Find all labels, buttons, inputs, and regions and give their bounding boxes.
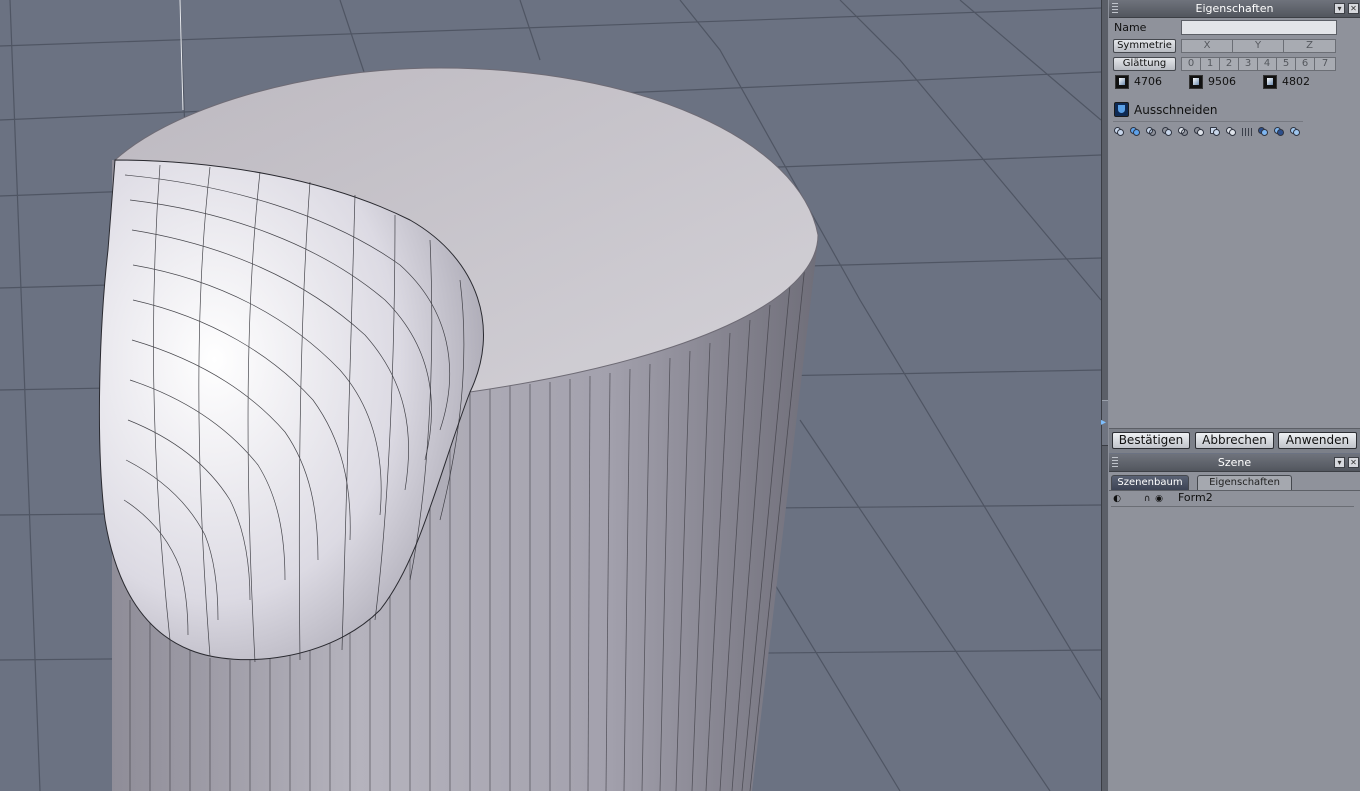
vertices-cube-icon	[1115, 75, 1129, 89]
name-input[interactable]	[1181, 20, 1337, 35]
divider	[1113, 121, 1303, 122]
eye-icon[interactable]: ◉	[1154, 494, 1164, 504]
boolean-ab-icon[interactable]	[1290, 126, 1301, 137]
tree-item-label: Form2	[1178, 491, 1213, 504]
boolean-b-icon[interactable]	[1274, 126, 1285, 137]
boolean-cut-icon[interactable]	[1194, 126, 1205, 137]
boolean-subtract-icon[interactable]	[1146, 126, 1157, 137]
smoothing-level-6[interactable]: 6	[1295, 57, 1315, 71]
axis-y-toggle[interactable]: Y	[1232, 39, 1284, 53]
grip-icon[interactable]	[1112, 457, 1118, 468]
boolean-merge-icon[interactable]	[1210, 126, 1221, 137]
properties-panel: Eigenschaften ▾ ✕ Name Symmetrie X Y Z G…	[1109, 0, 1360, 453]
smoothing-level-3[interactable]: 3	[1238, 57, 1258, 71]
symmetry-row: Symmetrie X Y Z	[1113, 38, 1356, 54]
scene-panel: Szene ▾ ✕ Szenenbaum Eigenschaften ◐ ∩ ◉…	[1109, 454, 1360, 791]
boolean-tools-row	[1113, 126, 1356, 142]
cancel-button[interactable]: Abbrechen	[1195, 432, 1274, 449]
smoothing-level-1[interactable]: 1	[1200, 57, 1220, 71]
name-label: Name	[1114, 21, 1147, 34]
axis-x-toggle[interactable]: X	[1181, 39, 1233, 53]
operation-row: Ausschneiden	[1113, 101, 1356, 119]
tree-item[interactable]: ◐ ∩ ◉ Form2	[1111, 491, 1354, 507]
faces-cube-icon	[1189, 75, 1203, 89]
viewport-scene	[0, 0, 1101, 791]
scene-titlebar[interactable]: Szene ▾ ✕	[1109, 454, 1360, 472]
stat-vertices: 4706	[1134, 75, 1162, 88]
stat-faces: 9506	[1208, 75, 1236, 88]
operation-label: Ausschneiden	[1134, 103, 1218, 117]
edges-cube-icon	[1263, 75, 1277, 89]
boolean-intersect-icon[interactable]	[1162, 126, 1173, 137]
3d-viewport[interactable]	[0, 0, 1101, 791]
smoothing-level-7[interactable]: 7	[1314, 57, 1336, 71]
boolean-union-icon[interactable]	[1114, 126, 1125, 137]
panel-menu-icon[interactable]: ▾	[1334, 3, 1345, 14]
smoothing-button[interactable]: Glättung	[1113, 57, 1176, 71]
close-icon[interactable]: ✕	[1348, 457, 1359, 468]
collapse-arrow-icon: ▸	[1101, 417, 1107, 428]
confirm-button[interactable]: Bestätigen	[1112, 432, 1190, 449]
symmetry-button[interactable]: Symmetrie	[1113, 39, 1176, 53]
smoothing-level-4[interactable]: 4	[1257, 57, 1277, 71]
stats-row: 4706 9506 4802	[1113, 74, 1356, 90]
grid-dots-icon[interactable]	[1242, 128, 1253, 136]
properties-action-bar: Bestätigen Abbrechen Anwenden	[1109, 428, 1360, 453]
smoothing-row: Glättung 0 1 2 3 4 5 6 7	[1113, 56, 1356, 72]
close-icon[interactable]: ✕	[1348, 3, 1359, 14]
boolean-split-icon[interactable]	[1178, 126, 1189, 137]
tab-properties[interactable]: Eigenschaften	[1197, 475, 1292, 490]
splitter-handle[interactable]: ▸	[1101, 400, 1108, 446]
scene-tabs: Szenenbaum Eigenschaften	[1109, 474, 1360, 491]
smoothing-level-0[interactable]: 0	[1181, 57, 1201, 71]
apply-button[interactable]: Anwenden	[1278, 432, 1357, 449]
panel-splitter[interactable]: ▸	[1101, 0, 1109, 791]
boolean-a-icon[interactable]	[1258, 126, 1269, 137]
panel-menu-icon[interactable]: ▾	[1334, 457, 1345, 468]
properties-title: Eigenschaften	[1195, 2, 1274, 15]
tab-scene-tree[interactable]: Szenenbaum	[1111, 475, 1189, 490]
name-row: Name	[1113, 20, 1356, 36]
scene-title: Szene	[1217, 456, 1252, 469]
grip-icon[interactable]	[1112, 3, 1118, 14]
axis-z-toggle[interactable]: Z	[1283, 39, 1336, 53]
stat-edges: 4802	[1282, 75, 1310, 88]
smoothing-level-2[interactable]: 2	[1219, 57, 1239, 71]
smoothing-level-5[interactable]: 5	[1276, 57, 1296, 71]
properties-titlebar[interactable]: Eigenschaften ▾ ✕	[1109, 0, 1360, 18]
boolean-union-filled-icon[interactable]	[1130, 126, 1141, 137]
lock-icon[interactable]: ∩	[1142, 494, 1152, 504]
object-type-icon: ◐	[1113, 494, 1121, 504]
boolean-trim-icon[interactable]	[1226, 126, 1237, 137]
shield-icon[interactable]	[1114, 102, 1129, 117]
